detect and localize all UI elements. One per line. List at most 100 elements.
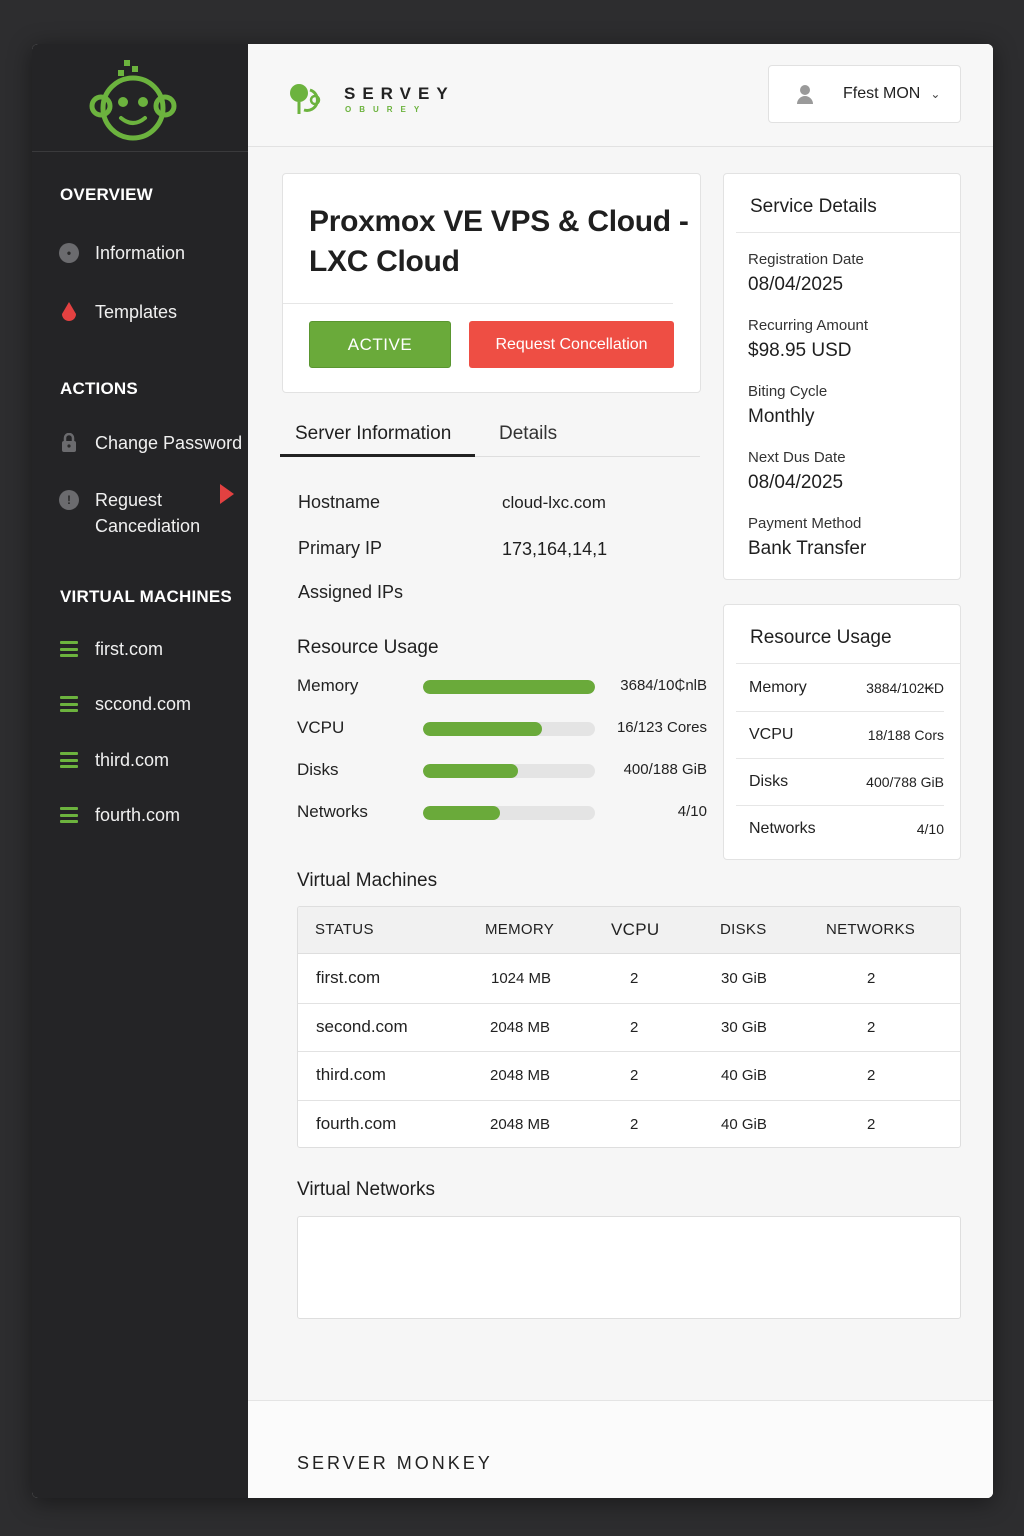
- sidebar-item-templates[interactable]: Templates: [58, 301, 244, 325]
- vm-networks: 2: [867, 1115, 876, 1133]
- active-tab-indicator: [280, 454, 475, 457]
- vm-memory: 1024 MB: [491, 970, 552, 987]
- brand-logo-icon[interactable]: [288, 80, 328, 118]
- sidebar: OVERVIEW • Information Templates ACTIONS…: [32, 44, 248, 1498]
- sidebar-item-label: fourth.com: [95, 805, 181, 825]
- flag-icon: [220, 484, 234, 504]
- tab-server-information[interactable]: Server Information: [295, 423, 451, 445]
- topbar: SERVEY OBUREY Ffest MON ⌄: [248, 44, 993, 147]
- sidebar-item-change-password[interactable]: Change Password: [58, 432, 244, 456]
- overview-heading: OVERVIEW: [60, 185, 153, 204]
- payment-method-value: Bank Transfer: [748, 538, 867, 559]
- virtual-networks-panel: [297, 1216, 961, 1319]
- lock-icon: [58, 432, 80, 454]
- tab-bar: Server Information Details: [280, 409, 700, 457]
- sidebar-item-vm[interactable]: third.com: [58, 749, 244, 773]
- sidebar-item-vm[interactable]: sccond.com: [58, 693, 244, 717]
- resource-row-networks: Networks 4/10: [297, 802, 707, 824]
- resource-card-row: Disks 400/788 GiB: [736, 759, 944, 806]
- vm-disks: 30 GiB: [721, 970, 767, 987]
- vm-memory: 2048 MB: [490, 1067, 551, 1084]
- request-cancellation-button[interactable]: Request Concellation: [469, 321, 674, 368]
- column-header[interactable]: NETWORKS: [826, 921, 915, 938]
- app-window: OVERVIEW • Information Templates ACTIONS…: [32, 44, 993, 1498]
- resource-label: Memory: [749, 679, 807, 696]
- resource-usage-title: Resource Usage: [297, 637, 439, 658]
- vm-vcpu: 2: [630, 1018, 639, 1036]
- column-header[interactable]: MEMORY: [485, 921, 554, 938]
- payment-method-label: Payment Method: [748, 515, 862, 532]
- brand-name: SERVEY: [344, 84, 455, 103]
- resource-card-row: Networks 4/10: [736, 806, 944, 853]
- sidebar-item-label: Reguest Cancediation: [95, 490, 201, 536]
- list-icon: [58, 804, 80, 826]
- resource-label: Disks: [297, 760, 339, 779]
- progress-fill: [423, 764, 518, 778]
- resource-value: 16/123 Cores: [616, 719, 707, 736]
- recurring-amount-label: Recurring Amount: [748, 317, 869, 334]
- user-menu-button[interactable]: Ffest MON ⌄: [768, 65, 961, 123]
- column-header[interactable]: STATUS: [315, 921, 374, 938]
- resource-label: Networks: [749, 820, 816, 837]
- vm-disks: 30 GiB: [721, 1018, 767, 1036]
- divider: [736, 232, 960, 233]
- next-due-date-value: 08/04/2025: [748, 472, 844, 493]
- sidebar-item-request-cancellation[interactable]: ! Reguest Cancediation: [58, 489, 244, 539]
- service-details-title: Service Details: [750, 196, 877, 217]
- vm-name: third.com: [316, 1065, 386, 1084]
- resource-label: VCPU: [297, 718, 345, 737]
- table-row[interactable]: first.com 1024 MB 2 30 GiB 2: [298, 955, 960, 1004]
- progress-fill: [423, 806, 501, 820]
- resource-label: Networks: [297, 802, 368, 821]
- resource-usage-card-title: Resource Usage: [750, 627, 892, 648]
- resource-value: 4/10: [916, 821, 944, 837]
- resource-value: 400/188 GiB: [623, 761, 707, 778]
- progress-fill: [423, 680, 595, 694]
- billing-cycle-label: Biting Cycle: [748, 383, 828, 400]
- table-row[interactable]: fourth.com 2048 MB 2 40 GiB 2: [298, 1101, 960, 1148]
- sidebar-item-label: Templates: [95, 302, 178, 322]
- hostname-label: Hostname: [298, 492, 381, 512]
- virtual-networks-title: Virtual Networks: [297, 1179, 435, 1200]
- resource-label: Memory: [297, 676, 359, 695]
- resource-value: 3684/10₵nlB: [620, 677, 707, 694]
- virtual-machines-table: STATUS MEMORY VCPU DISKS NETWORKS first.…: [297, 906, 961, 1148]
- column-header[interactable]: VCPU: [611, 920, 659, 940]
- user-name: Ffest MON: [843, 85, 921, 102]
- status-active-button[interactable]: ACTIVE: [309, 321, 451, 368]
- alert-icon: !: [58, 489, 80, 511]
- service-title-card: Proxmox VE VPS & Cloud - LXC Cloud ACTIV…: [282, 173, 701, 393]
- progress-fill: [423, 722, 542, 736]
- tab-details[interactable]: Details: [499, 423, 557, 445]
- vm-disks: 40 GiB: [721, 1067, 767, 1084]
- vm-vcpu: 2: [630, 1067, 639, 1084]
- vm-vcpu: 2: [630, 970, 639, 987]
- table-row[interactable]: third.com 2048 MB 2 40 GiB 2: [298, 1052, 960, 1101]
- divider: [736, 663, 960, 664]
- table-header: STATUS MEMORY VCPU DISKS NETWORKS: [298, 907, 960, 954]
- vm-networks: 2: [867, 1018, 876, 1036]
- sidebar-item-information[interactable]: • Information: [58, 242, 244, 266]
- column-header[interactable]: DISKS: [720, 921, 767, 938]
- resource-value: 400/788 GiB: [866, 774, 944, 790]
- monkey-logo-icon: [89, 60, 177, 141]
- main-content: SERVEY OBUREY Ffest MON ⌄ Proxmox VE VPS…: [248, 44, 993, 1498]
- resource-row-memory: Memory 3684/10₵nlB: [297, 676, 707, 698]
- sidebar-logo[interactable]: [32, 44, 248, 152]
- table-row[interactable]: second.com 2048 MB 2 30 GiB 2: [298, 1004, 960, 1052]
- resource-value: 4/10: [677, 803, 707, 820]
- resource-value: 3884/102₭D: [866, 680, 944, 696]
- registration-date-label: Registration Date: [748, 251, 864, 268]
- vm-vcpu: 2: [630, 1115, 639, 1133]
- vm-networks: 2: [867, 970, 876, 987]
- resource-value: 18/188 Cors: [867, 727, 944, 743]
- vm-memory: 2048 MB: [490, 1115, 551, 1133]
- sidebar-item-vm[interactable]: first.com: [58, 638, 244, 662]
- sidebar-item-vm[interactable]: fourth.com: [58, 804, 244, 828]
- resource-label: Disks: [749, 773, 789, 790]
- progress-bar: [423, 806, 595, 820]
- hostname-value: cloud-lxc.com: [502, 493, 606, 512]
- virtual-machines-title: Virtual Machines: [297, 870, 438, 891]
- sidebar-item-label: Information: [95, 243, 186, 263]
- brand-subtitle: OBUREY: [345, 105, 428, 114]
